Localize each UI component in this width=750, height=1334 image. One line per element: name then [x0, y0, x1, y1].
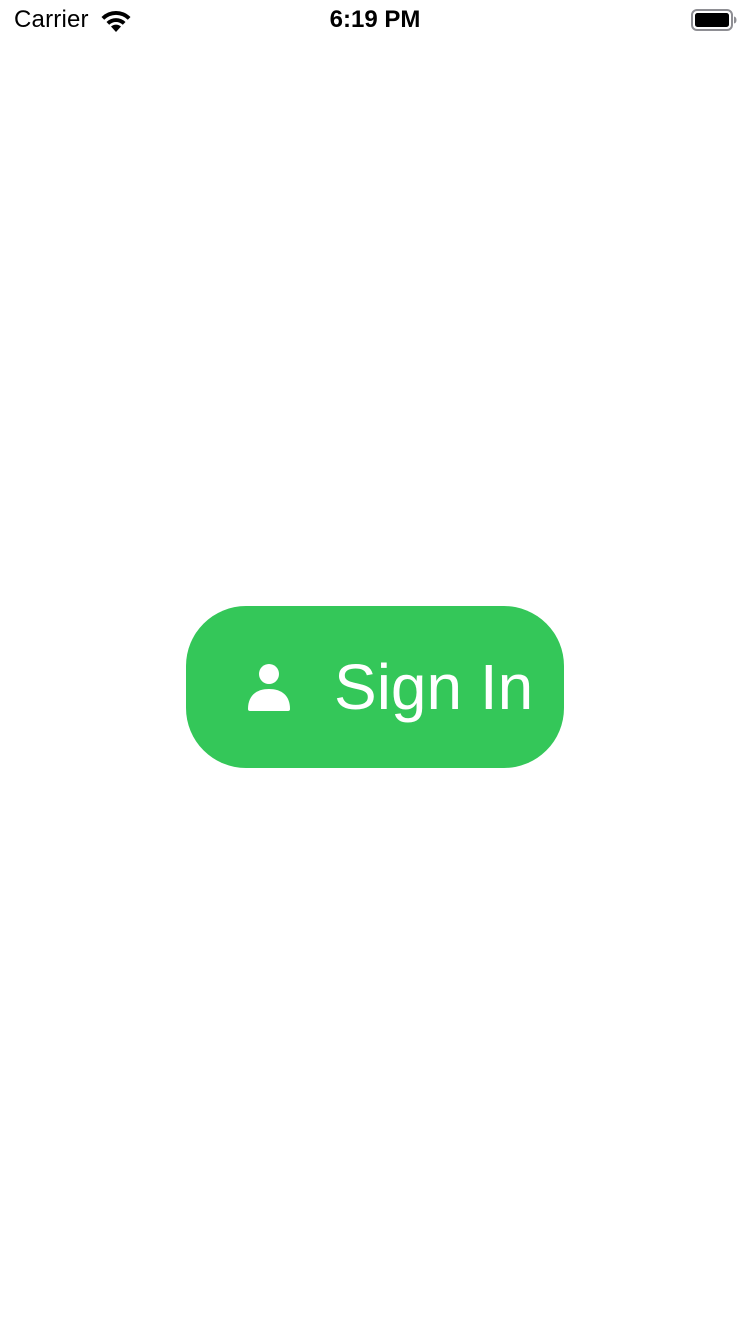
screen: Carrier 6:19 PM Sign In: [0, 0, 750, 1334]
sign-in-label: Sign In: [334, 651, 534, 723]
battery-icon: [691, 9, 737, 31]
status-time: 6:19 PM: [329, 6, 421, 33]
person-icon: [248, 664, 290, 711]
status-bar: Carrier 6:19 PM: [0, 0, 750, 40]
sign-in-button[interactable]: Sign In: [186, 606, 564, 768]
